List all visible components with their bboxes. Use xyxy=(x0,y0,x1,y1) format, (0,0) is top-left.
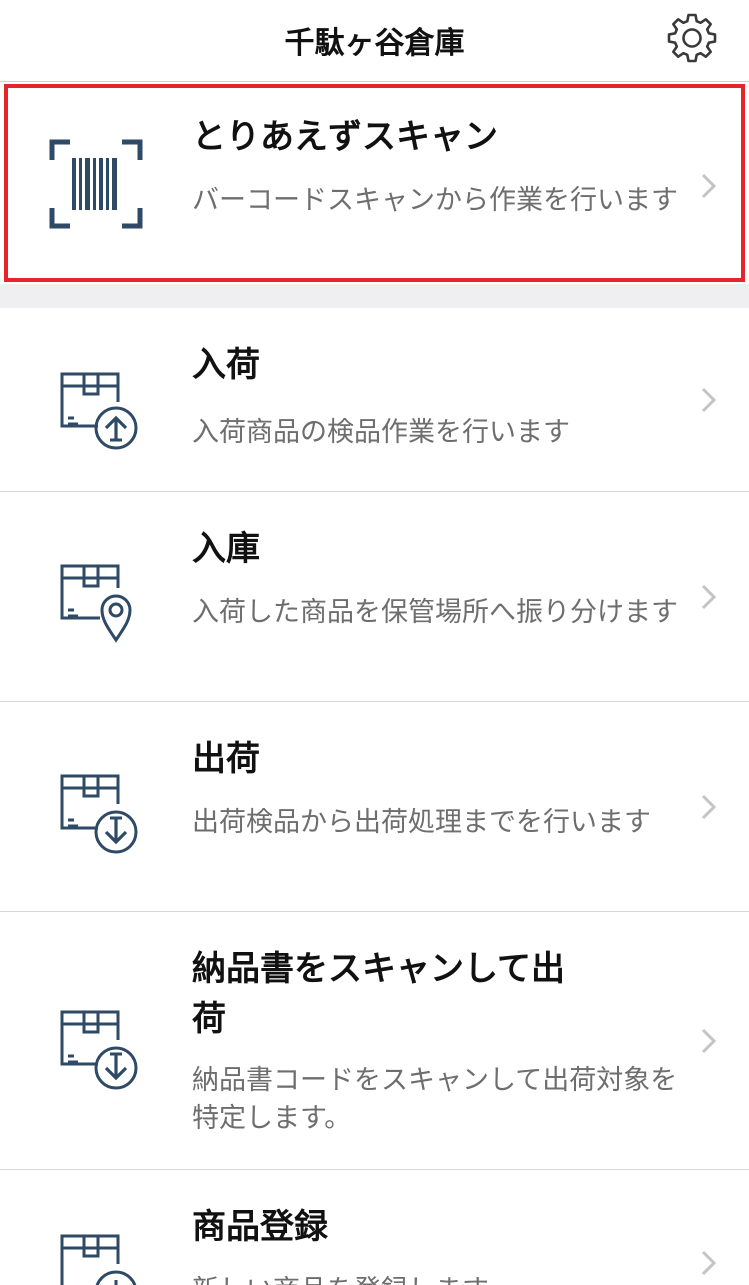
menu-item-description: 納品書コードをスキャンして出荷対象を特定します。 xyxy=(192,1065,678,1134)
page-title: 千駄ヶ谷倉庫 xyxy=(284,26,465,61)
menu-item-receiving[interactable]: 入荷 入荷商品の検品作業を行います xyxy=(0,308,749,492)
menu-item-product-registration[interactable]: 商品登録 新しい商品を登録します xyxy=(0,1170,749,1285)
box-inbound-icon xyxy=(60,372,138,450)
menu-item-title: 納品書をスキャンして出荷 xyxy=(192,949,565,1039)
gear-icon[interactable] xyxy=(666,12,718,64)
menu-item-description: 入荷商品の検品作業を行います xyxy=(192,417,570,448)
menu-item-title: 入荷 xyxy=(192,345,260,385)
menu-item-description: 入荷した商品を保管場所へ振り分けます xyxy=(192,597,678,628)
menu-item-shipping[interactable]: 出荷 出荷検品から出荷処理までを行います xyxy=(0,702,749,912)
chevron-right-icon xyxy=(701,387,717,413)
chevron-right-icon xyxy=(701,173,717,199)
menu-item-storing[interactable]: 入庫 入荷した商品を保管場所へ振り分けます xyxy=(0,492,749,702)
menu-item-title: 入庫 xyxy=(192,529,260,569)
barcode-scan-icon xyxy=(49,139,143,229)
menu-item-description: 出荷検品から出荷処理までを行います xyxy=(192,807,651,838)
menu-item-title: 出荷 xyxy=(192,739,260,779)
menu-item-quick-scan[interactable]: とりあえずスキャン バーコードスキャンから作業を行います xyxy=(0,84,749,284)
menu-item-description: 新しい商品を登録します xyxy=(192,1272,682,1285)
chevron-right-icon xyxy=(701,584,717,610)
chevron-right-icon xyxy=(701,1028,717,1054)
box-outbound-icon xyxy=(60,1010,138,1090)
box-location-icon xyxy=(60,564,132,643)
chevron-right-icon xyxy=(701,1250,717,1276)
menu-item-scan-delivery-note[interactable]: 納品書をスキャンして出荷 納品書コードをスキャンして出荷対象を特定します。 xyxy=(0,912,749,1170)
chevron-right-icon xyxy=(701,794,717,820)
app-header: 千駄ヶ谷倉庫 xyxy=(0,0,749,82)
menu-item-title: 商品登録 xyxy=(192,1207,328,1247)
menu-item-description: バーコードスキャンから作業を行います xyxy=(192,185,678,216)
menu-item-title: とりあえずスキャン xyxy=(192,117,498,157)
box-register-icon xyxy=(60,1234,137,1285)
section-divider xyxy=(0,284,749,308)
box-outbound-icon xyxy=(60,774,138,854)
